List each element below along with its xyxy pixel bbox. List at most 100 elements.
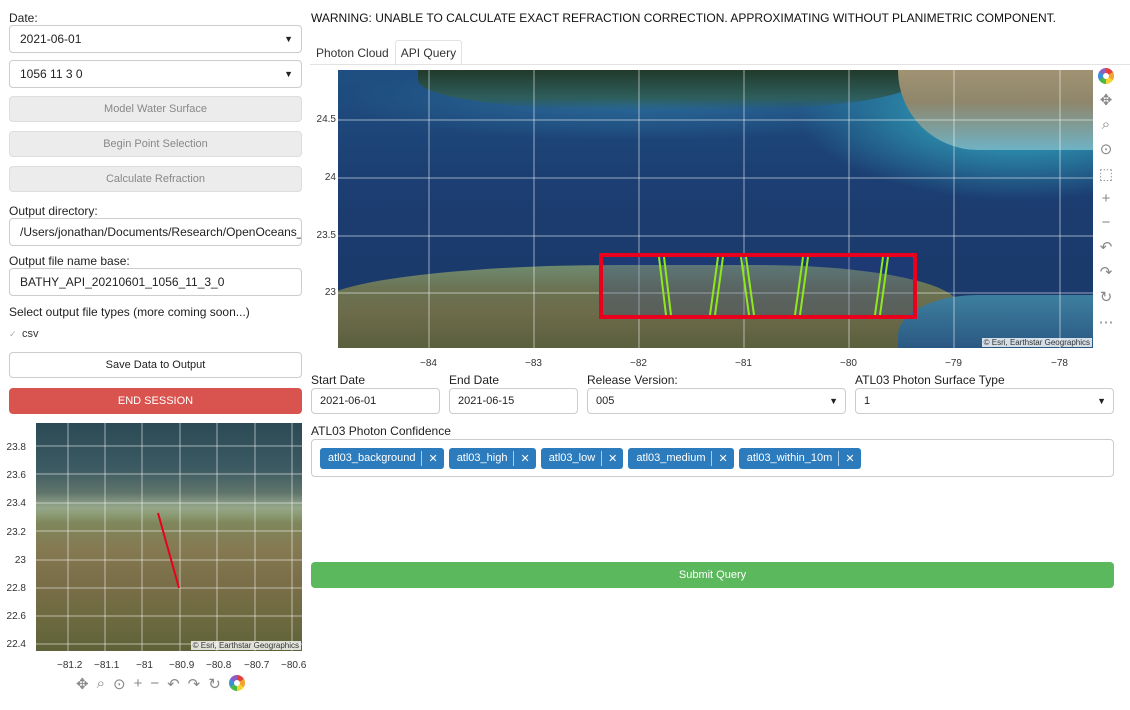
close-icon[interactable]: ✕ [422, 452, 443, 465]
end-session-button[interactable]: END SESSION [9, 388, 302, 414]
box-zoom-icon[interactable]: ⌕ [97, 675, 105, 693]
release-version-value: 005 [596, 395, 615, 407]
confidence-chip: atl03_high ✕ [448, 448, 536, 469]
more-icon[interactable]: ⋯ [1099, 313, 1114, 331]
begin-point-selection-button[interactable]: Begin Point Selection [9, 131, 302, 157]
close-icon[interactable]: ✕ [839, 452, 860, 465]
x-tick: −81.2 [57, 660, 83, 671]
tab-photon-cloud[interactable]: Photon Cloud [310, 40, 395, 66]
wheel-zoom-icon[interactable]: ⊙ [1100, 140, 1113, 158]
reset-icon[interactable]: ↻ [1100, 288, 1113, 306]
model-water-surface-button[interactable]: Model Water Surface [9, 96, 302, 122]
y-tick: 22.4 [6, 639, 26, 650]
y-tick: 23.2 [6, 527, 26, 538]
chip-label: atl03_background [320, 451, 423, 466]
y-tick: 23.5 [316, 230, 336, 241]
x-tick: −81 [735, 358, 752, 369]
start-date-input[interactable]: 2021-06-01 [311, 388, 440, 414]
x-tick: −80.6 [281, 660, 307, 671]
box-zoom-icon[interactable]: ⌕ [1102, 116, 1110, 133]
track-select[interactable]: 1056 11 3 0 ▼ [9, 60, 302, 88]
zoom-in-icon[interactable]: + [1102, 190, 1111, 207]
date-select-value: 2021-06-01 [20, 32, 82, 46]
track-select-value: 1056 11 3 0 [20, 67, 83, 81]
file-types-label: Select output file types (more coming so… [9, 305, 250, 319]
undo-icon[interactable]: ↶ [167, 675, 180, 693]
start-date-value: 2021-06-01 [320, 395, 377, 407]
x-tick: −81 [136, 660, 153, 671]
output-directory-input[interactable]: /Users/jonathan/Documents/Research/OpenO… [9, 218, 302, 246]
date-select[interactable]: 2021-06-01 ▼ [9, 25, 302, 53]
end-date-label: End Date [449, 373, 500, 387]
submit-query-button[interactable]: Submit Query [311, 562, 1114, 588]
release-version-select[interactable]: 005 ▼ [587, 388, 846, 414]
pan-icon[interactable]: ✥ [1100, 91, 1113, 109]
output-file-base-label: Output file name base: [9, 254, 130, 268]
x-tick: −81.1 [94, 660, 120, 671]
close-icon[interactable]: ✕ [514, 452, 535, 465]
x-tick: −80.7 [244, 660, 270, 671]
confidence-chip: atl03_background ✕ [320, 448, 444, 469]
y-tick: 24.5 [316, 114, 336, 125]
box-select-icon[interactable]: ⬚ [1099, 165, 1113, 183]
end-date-value: 2021-06-15 [458, 395, 515, 407]
zoom-in-icon[interactable]: + [134, 675, 143, 693]
chip-label: atl03_low [541, 451, 603, 466]
chip-label: atl03_within_10m [739, 451, 840, 466]
reset-icon[interactable]: ↻ [208, 675, 221, 693]
x-tick: −80.9 [169, 660, 195, 671]
x-tick: −80.8 [206, 660, 232, 671]
photon-confidence-multiselect[interactable]: atl03_background ✕ atl03_high ✕ atl03_lo… [311, 439, 1114, 477]
photon-confidence-label: ATL03 Photon Confidence [311, 424, 451, 438]
y-tick: 22.8 [6, 583, 26, 594]
chevron-down-icon: ▼ [1097, 396, 1106, 406]
x-tick: −79 [945, 358, 962, 369]
refraction-warning: WARNING: UNABLE TO CALCULATE EXACT REFRA… [311, 11, 1056, 25]
x-tick: −83 [525, 358, 542, 369]
surface-type-value: 1 [864, 395, 871, 407]
attribution: © Esri, Earthstar Geographics [190, 641, 301, 650]
csv-checkbox[interactable]: ✓ csv [9, 328, 39, 340]
x-tick: −80 [840, 358, 857, 369]
mini-map[interactable]: © Esri, Earthstar Geographics [36, 423, 302, 651]
x-tick: −78 [1051, 358, 1068, 369]
zoom-out-icon[interactable]: − [150, 675, 159, 693]
bokeh-logo-icon[interactable] [1098, 68, 1114, 84]
tab-api-query[interactable]: API Query [394, 40, 463, 66]
wheel-zoom-icon[interactable]: ⊙ [113, 675, 126, 693]
zoom-out-icon[interactable]: − [1102, 214, 1111, 231]
output-directory-label: Output directory: [9, 204, 98, 218]
x-tick: −84 [420, 358, 437, 369]
confidence-chip: atl03_medium ✕ [628, 448, 734, 469]
sidebar: Date: 2021-06-01 ▼ 1056 11 3 0 ▼ Model W… [0, 0, 310, 710]
tab-divider [310, 64, 1130, 65]
output-file-base-input[interactable]: BATHY_API_20210601_1056_11_3_0 [9, 268, 302, 296]
undo-icon[interactable]: ↶ [1100, 238, 1113, 256]
y-tick: 23.6 [6, 470, 26, 481]
chevron-down-icon: ▼ [284, 69, 293, 79]
check-icon: ✓ [9, 329, 17, 339]
y-tick: 22.6 [6, 611, 26, 622]
y-tick: 23 [324, 287, 336, 298]
redo-icon[interactable]: ↷ [188, 675, 201, 693]
y-tick: 23.8 [6, 442, 26, 453]
y-tick: 24 [324, 172, 336, 183]
query-bbox [599, 253, 917, 319]
attribution: © Esri, Earthstar Geographics [981, 338, 1092, 347]
main-map[interactable]: © Esri, Earthstar Geographics [338, 70, 1093, 348]
save-data-button[interactable]: Save Data to Output [9, 352, 302, 378]
selected-track-line [157, 512, 180, 589]
mini-map-grid [36, 423, 302, 651]
y-tick: 23 [14, 555, 26, 566]
end-date-input[interactable]: 2021-06-15 [449, 388, 578, 414]
close-icon[interactable]: ✕ [712, 452, 733, 465]
pan-icon[interactable]: ✥ [76, 675, 89, 693]
confidence-chip: atl03_low ✕ [540, 448, 624, 469]
csv-label: csv [22, 328, 39, 340]
bokeh-logo-icon[interactable] [228, 675, 245, 691]
main-map-overlay [338, 70, 1093, 348]
surface-type-select[interactable]: 1 ▼ [855, 388, 1114, 414]
calculate-refraction-button[interactable]: Calculate Refraction [9, 166, 302, 192]
close-icon[interactable]: ✕ [602, 452, 623, 465]
redo-icon[interactable]: ↷ [1100, 263, 1113, 281]
